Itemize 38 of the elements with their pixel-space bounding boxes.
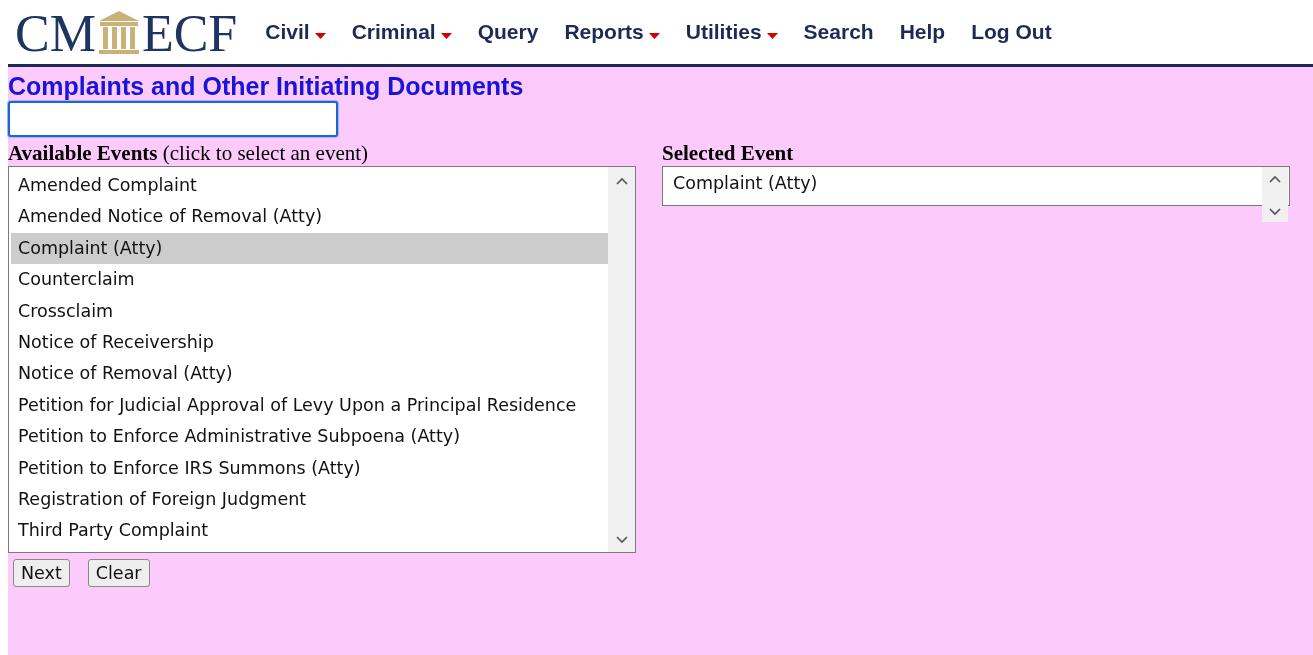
scroll-up-icon[interactable] [615,177,628,185]
event-option[interactable]: Notice of Receivership [11,326,608,359]
courthouse-icon [96,9,141,55]
menu-item[interactable]: Criminal [351,20,452,44]
event-option[interactable]: Registration of Foreign Judgment [11,483,608,516]
menu-item[interactable]: Reports [564,20,660,44]
menu-item[interactable]: Civil [265,20,326,44]
menu-item[interactable]: Log Out [971,20,1052,44]
event-option[interactable]: Amended Complaint [11,170,608,202]
scroll-up-icon[interactable] [1269,175,1281,183]
event-option[interactable]: Complaint (Atty) [11,232,608,265]
menu-item[interactable]: Utilities [685,20,778,44]
logo-text: ECF [141,11,238,57]
event-option[interactable]: Petition for Judicial Approval of Levy Upon a Principal Residence [11,389,608,422]
event-option[interactable]: Petition to Enforce IRS Summons (Atty) [11,452,608,484]
selected-event-label: Selected Event [662,141,794,165]
menu-item[interactable]: Help [899,20,946,44]
form-button[interactable]: Clear [87,559,150,587]
event-option[interactable]: Petition to Enforce Administrative Subpoena (Atty) [11,421,608,453]
scrollbar[interactable] [1262,167,1288,222]
scroll-down-icon[interactable] [1269,208,1281,216]
filter-field[interactable] [8,101,338,137]
event-option[interactable]: Amended Notice of Removal (Atty) [11,201,608,233]
hint-text: (click to select an event) [162,141,369,165]
event-option[interactable]: Counterclaim [11,264,608,296]
menu-item[interactable]: Search [803,20,874,44]
event-option[interactable]: Crossclaim [11,295,608,327]
menu-item[interactable]: Query [477,20,539,44]
selected-event-listbox[interactable]: Complaint (Atty) [662,166,1290,206]
scroll-down-icon[interactable] [615,536,628,544]
event-option[interactable]: Third Party Complaint [11,515,608,547]
form-button[interactable]: Next [13,559,70,587]
selected-event-option: Complaint (Atty) [663,167,1259,199]
logo-text: CM [15,11,96,57]
page-title: Complaints and Other Initiating Documents [8,71,525,101]
event-option[interactable]: Notice of Removal (Atty) [11,358,608,390]
available-events-label: Available Events [8,141,158,165]
event-listbox[interactable] [8,166,636,553]
